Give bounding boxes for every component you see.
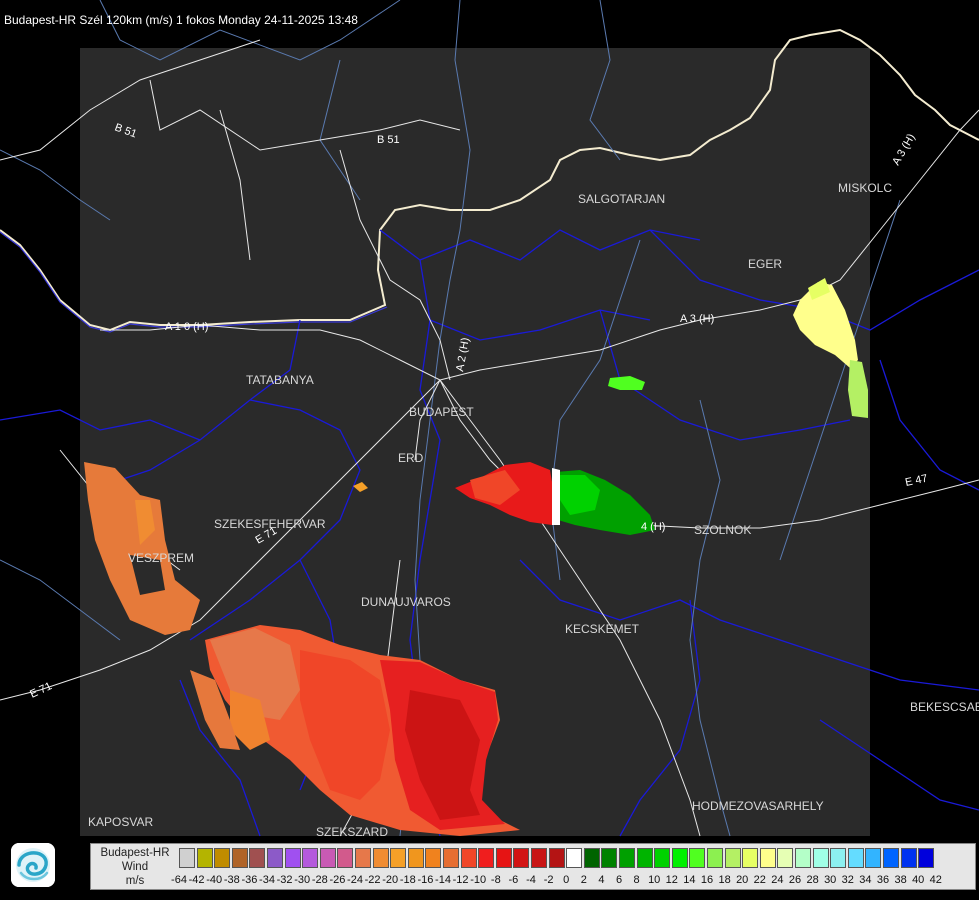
road-label: E 47 bbox=[904, 472, 929, 488]
city-label: SZEKSZARD bbox=[316, 825, 388, 839]
legend-swatch bbox=[214, 848, 231, 868]
legend-swatch bbox=[847, 848, 864, 868]
legend-tick: 42 bbox=[929, 874, 942, 886]
city-label: HODMEZOVASARHELY bbox=[692, 799, 824, 813]
legend-swatch bbox=[179, 848, 195, 868]
road-label: B 51 bbox=[377, 134, 400, 146]
legend-swatch bbox=[671, 848, 688, 868]
legend-swatch bbox=[337, 848, 354, 868]
city-label: VESZPREM bbox=[128, 551, 194, 565]
legend-swatch bbox=[390, 848, 407, 868]
legend-swatch bbox=[548, 848, 565, 868]
legend-swatch bbox=[777, 848, 794, 868]
city-label: KAPOSVAR bbox=[88, 815, 153, 829]
legend-swatch bbox=[601, 848, 618, 868]
legend-swatch bbox=[460, 848, 477, 868]
legend-swatch bbox=[355, 848, 371, 868]
road-label: A 3 (H) bbox=[890, 132, 918, 168]
legend-swatch bbox=[196, 848, 213, 868]
legend-swatch bbox=[478, 848, 495, 868]
legend-swatch bbox=[425, 848, 442, 868]
legend-swatch bbox=[654, 848, 671, 868]
legend-swatch bbox=[319, 848, 336, 868]
legend-swatch bbox=[566, 848, 583, 868]
city-label: EGER bbox=[748, 257, 782, 271]
city-label: TATABANYA bbox=[246, 373, 314, 387]
legend-swatch bbox=[865, 848, 882, 868]
legend-swatch bbox=[284, 848, 301, 868]
city-label: ERD bbox=[398, 451, 424, 465]
legend-swatch bbox=[619, 848, 635, 868]
legend-swatch bbox=[918, 848, 935, 868]
city-label: BUDAPEST bbox=[409, 405, 474, 419]
city-label: KECSKEMET bbox=[565, 622, 640, 636]
legend-swatch bbox=[707, 848, 723, 868]
city-label: MISKOLC bbox=[838, 181, 892, 195]
legend-swatch bbox=[636, 848, 653, 868]
legend-swatch bbox=[795, 848, 811, 868]
legend-unit: m/s bbox=[125, 875, 145, 887]
legend-swatch bbox=[495, 848, 512, 868]
legend-swatch bbox=[513, 848, 530, 868]
legend-swatch bbox=[267, 848, 283, 868]
legend-swatch bbox=[372, 848, 389, 868]
city-label: BEKESCSABA bbox=[910, 700, 979, 714]
legend-variable: Wind bbox=[121, 861, 149, 873]
swirl-logo-icon bbox=[11, 843, 55, 887]
legend-swatch bbox=[830, 848, 847, 868]
road-label: A 1 0 (H) bbox=[165, 321, 208, 333]
city-label: DUNAUJVAROS bbox=[361, 595, 451, 609]
legend-swatch bbox=[812, 848, 829, 868]
road-label: 4 (H) bbox=[641, 521, 665, 533]
legend-source: Budapest-HR bbox=[100, 847, 170, 859]
road-label: A 3 (H) bbox=[680, 313, 714, 325]
road-label: E 71 bbox=[28, 680, 54, 700]
city-label: SALGOTARJAN bbox=[578, 192, 665, 206]
legend-swatch bbox=[759, 848, 776, 868]
legend-swatch bbox=[900, 848, 917, 868]
legend-title: Budapest-HR Wind m/s bbox=[91, 844, 179, 889]
legend-swatch bbox=[302, 848, 319, 868]
legend-swatch bbox=[531, 848, 547, 868]
city-label: SZOLNOK bbox=[694, 523, 751, 537]
legend-swatch bbox=[407, 848, 424, 868]
radar-map: SALGOTARJAN MISKOLC EGER TATABANYA BUDAP… bbox=[0, 0, 979, 839]
legend-swatch bbox=[231, 848, 248, 868]
legend-swatch bbox=[249, 848, 266, 868]
legend-swatch bbox=[742, 848, 759, 868]
legend-swatch bbox=[443, 848, 459, 868]
service-logo bbox=[11, 843, 55, 887]
legend-swatch bbox=[724, 848, 741, 868]
legend-swatch bbox=[689, 848, 706, 868]
wind-legend: Budapest-HR Wind m/s -64 -42 -40 -38 -36 -34-… bbox=[90, 843, 976, 890]
legend-swatch bbox=[883, 848, 899, 868]
map-title: Budapest-HR Szél 120km (m/s) 1 fokos Mon… bbox=[4, 13, 358, 27]
legend-swatch bbox=[583, 848, 600, 868]
